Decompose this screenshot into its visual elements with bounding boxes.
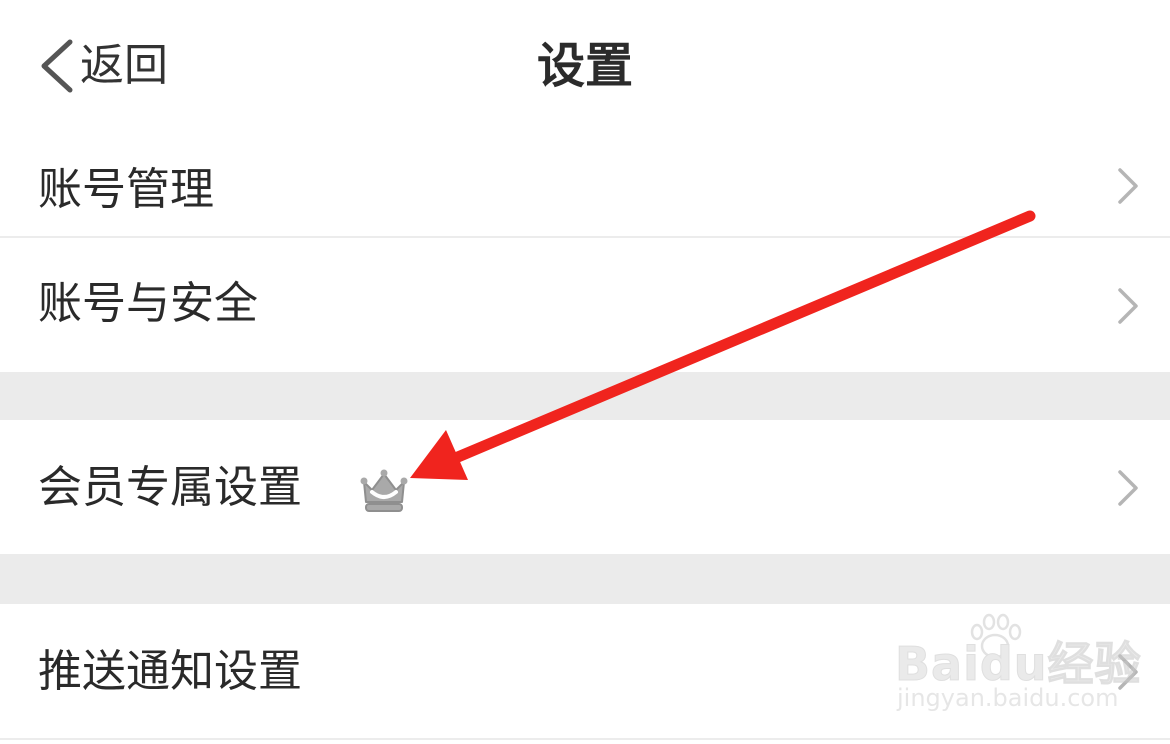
annotation-arrow-icon bbox=[410, 210, 1036, 480]
